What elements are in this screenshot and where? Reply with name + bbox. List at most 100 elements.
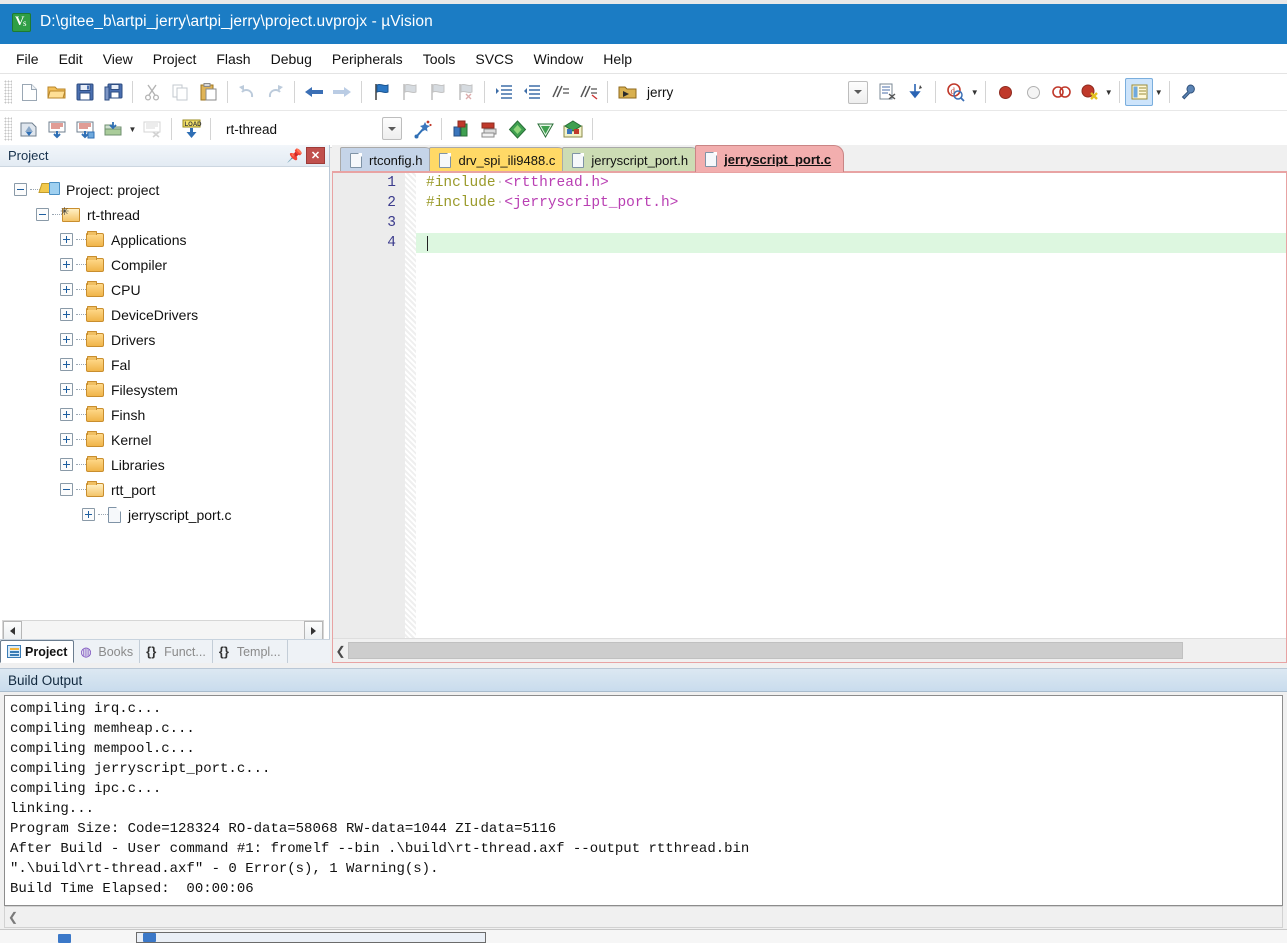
configure-tools-icon[interactable] [1175, 78, 1203, 106]
target-selector-arrow[interactable] [382, 117, 402, 140]
manage-run-time-environment-icon[interactable] [559, 115, 587, 143]
expander-icon[interactable] [60, 308, 73, 321]
taskbar-start-area[interactable] [0, 932, 128, 943]
code-line[interactable]: #include · <rtthread.h> [416, 173, 1286, 193]
tab-project[interactable]: Project [0, 640, 75, 663]
undo-icon[interactable] [233, 78, 261, 106]
goto-definition-icon[interactable] [902, 78, 930, 106]
tree-node-cpu[interactable]: CPU [0, 277, 328, 302]
expander-icon[interactable] [36, 208, 49, 221]
code-line-current[interactable] [416, 233, 1286, 253]
stop-build-icon[interactable] [138, 115, 166, 143]
scrollbar-thumb[interactable] [348, 642, 1183, 659]
chevron-down-icon[interactable]: ▼ [1153, 78, 1164, 106]
editor-tab-rtconfig-h[interactable]: rtconfig.h [340, 147, 436, 172]
menu-item-tools[interactable]: Tools [413, 47, 466, 71]
expander-icon[interactable] [14, 183, 27, 196]
menu-item-flash[interactable]: Flash [206, 47, 260, 71]
start-debug-session-icon[interactable] [613, 78, 641, 106]
toolbar-grip[interactable] [4, 117, 12, 141]
tree-node-kernel[interactable]: Kernel [0, 427, 328, 452]
manage-project-items-icon[interactable] [447, 115, 475, 143]
expander-icon[interactable] [60, 233, 73, 246]
rebuild-all-icon[interactable] [71, 115, 99, 143]
menu-item-file[interactable]: File [6, 47, 49, 71]
cut-icon[interactable] [138, 78, 166, 106]
code-text-area[interactable]: #include · <rtthread.h> #include · <jerryscr… [416, 173, 1286, 639]
code-line[interactable] [416, 213, 1286, 233]
tree-node-rt-thread[interactable]: rt-thread [0, 202, 328, 227]
target-selector[interactable]: rt-thread [222, 117, 402, 141]
close-icon[interactable]: ✕ [306, 147, 325, 164]
tree-node-devicedrivers[interactable]: DeviceDrivers [0, 302, 328, 327]
tree-node-drivers[interactable]: Drivers [0, 327, 328, 352]
tree-node-filesystem[interactable]: Filesystem [0, 377, 328, 402]
bookmark-next-icon[interactable] [423, 78, 451, 106]
editor-tab-jerryscript-port-h[interactable]: jerryscript_port.h [562, 147, 702, 172]
project-tree-hscrollbar[interactable] [2, 620, 324, 641]
expander-icon[interactable] [60, 483, 73, 496]
bookmark-toggle-icon[interactable] [367, 78, 395, 106]
menu-item-project[interactable]: Project [143, 47, 207, 71]
bookmark-prev-icon[interactable] [395, 78, 423, 106]
menu-item-svcs[interactable]: SVCS [465, 47, 523, 71]
expander-icon[interactable] [60, 283, 73, 296]
outdent-icon[interactable] [518, 78, 546, 106]
build-output-hscrollbar[interactable]: ❮ [4, 906, 1283, 928]
expander-icon[interactable] [60, 358, 73, 371]
new-file-icon[interactable] [15, 78, 43, 106]
menu-item-view[interactable]: View [93, 47, 143, 71]
tab-books[interactable]: ◍ Books [74, 640, 141, 663]
find-in-files-icon[interactable]: d [941, 78, 969, 106]
uncomment-icon[interactable] [574, 78, 602, 106]
editor-hscrollbar[interactable]: ❮ [333, 638, 1286, 662]
scroll-left-icon[interactable]: ❮ [333, 644, 348, 658]
menu-item-peripherals[interactable]: Peripherals [322, 47, 413, 71]
indent-icon[interactable] [490, 78, 518, 106]
breakpoint-margin[interactable] [405, 173, 416, 639]
menu-item-window[interactable]: Window [524, 47, 594, 71]
tree-node-rtt-port[interactable]: rtt_port [0, 477, 328, 502]
scroll-right-icon[interactable] [304, 621, 323, 640]
build-output-text[interactable]: compiling irq.c... compiling memheap.c..… [4, 695, 1283, 906]
comment-icon[interactable] [546, 78, 574, 106]
expander-icon[interactable] [60, 383, 73, 396]
chevron-down-icon[interactable]: ▼ [127, 115, 138, 143]
chevron-down-icon[interactable]: ▼ [1103, 78, 1114, 106]
manage-multi-project-icon[interactable] [475, 115, 503, 143]
tab-functions[interactable]: {} Funct... [140, 640, 213, 663]
tree-node-compiler[interactable]: Compiler [0, 252, 328, 277]
expander-icon[interactable] [60, 433, 73, 446]
configuration-wizard-icon[interactable] [531, 115, 559, 143]
pin-icon[interactable]: 📌 [286, 147, 304, 165]
tab-templates[interactable]: {} Templ... [213, 640, 288, 663]
paste-icon[interactable] [194, 78, 222, 106]
redo-icon[interactable] [261, 78, 289, 106]
chevron-down-icon[interactable]: ▼ [969, 78, 980, 106]
toolbar-combo-arrow[interactable] [848, 80, 869, 104]
menu-item-debug[interactable]: Debug [261, 47, 322, 71]
bookmark-clear-icon[interactable] [451, 78, 479, 106]
code-editor-pane[interactable]: 1 2 3 4 #include · <rtthread.h> #include · <… [332, 171, 1287, 663]
expander-icon[interactable] [60, 258, 73, 271]
project-tree[interactable]: Project: project rt-thread Applications … [0, 167, 328, 618]
translate-file-icon[interactable] [15, 115, 43, 143]
expander-icon[interactable] [82, 508, 95, 521]
editor-tab-jerryscript-port-c[interactable]: jerryscript_port.c [695, 145, 845, 172]
editor-tab-drv-spi-ili9488-c[interactable]: drv_spi_ili9488.c [429, 147, 569, 172]
expander-icon[interactable] [60, 333, 73, 346]
disable-all-breakpoints-icon[interactable] [1047, 78, 1075, 106]
scrollbar-track[interactable] [22, 621, 304, 640]
taskbar-window-button[interactable] [136, 932, 486, 943]
tree-node-project[interactable]: Project: project [0, 177, 328, 202]
scroll-left-icon[interactable] [3, 621, 22, 640]
expander-icon[interactable] [60, 458, 73, 471]
tree-node-libraries[interactable]: Libraries [0, 452, 328, 477]
download-to-flash-icon[interactable]: LOAD [177, 115, 205, 143]
scroll-left-icon[interactable]: ❮ [5, 910, 21, 924]
tree-node-finsh[interactable]: Finsh [0, 402, 328, 427]
save-all-icon[interactable] [99, 78, 127, 106]
target-options-wizard-icon[interactable] [408, 115, 436, 143]
expander-icon[interactable] [60, 408, 73, 421]
save-icon[interactable] [71, 78, 99, 106]
